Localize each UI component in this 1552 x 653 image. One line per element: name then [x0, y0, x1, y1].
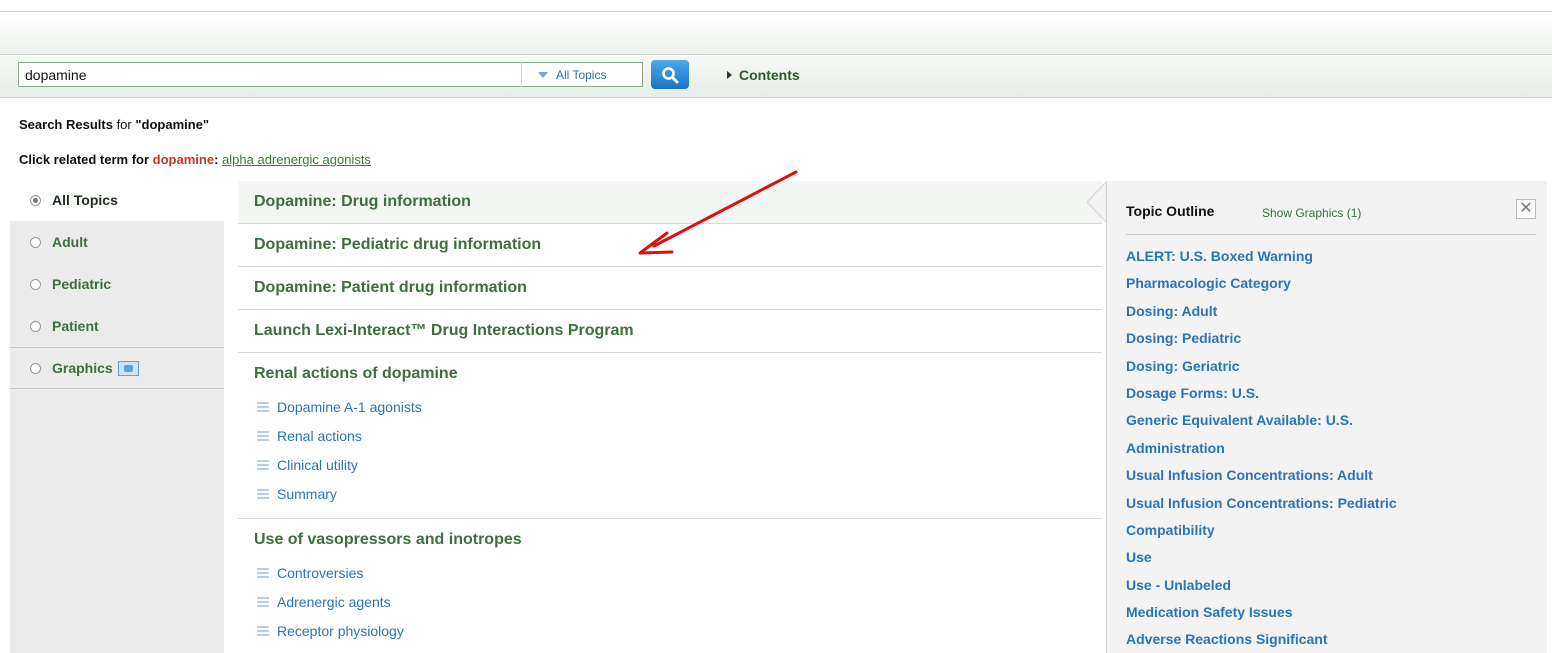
results-label: Search Results: [19, 117, 113, 132]
result-group: Use of vasopressors and inotropes Contro…: [238, 519, 1102, 653]
close-icon[interactable]: ✕: [1516, 199, 1536, 219]
graphics-icon: [117, 360, 139, 376]
filter-graphics[interactable]: Graphics: [10, 347, 224, 389]
radio-icon[interactable]: [30, 236, 41, 248]
related-term-link[interactable]: alpha adrenergic agonists: [222, 152, 371, 167]
list-icon: [257, 567, 269, 578]
chevron-down-icon: [538, 71, 548, 78]
contents-label: Contents: [739, 67, 800, 83]
search-bar: All Topics Contents: [0, 56, 1552, 98]
radio-selected-icon[interactable]: [30, 194, 41, 206]
outline-title: Topic Outline: [1126, 203, 1215, 219]
result-section-link[interactable]: Dopamine A-1 agonists: [238, 392, 1102, 421]
related-term: dopamine: [152, 152, 215, 167]
topic-filter-sidebar: All Topics Adult Pediatric Patient Graph…: [10, 179, 224, 653]
top-strip: [0, 0, 1552, 12]
related-prefix: Click related term for: [19, 152, 150, 167]
filter-label: Adult: [52, 234, 88, 250]
results-for-word: for: [116, 117, 132, 132]
outline-item[interactable]: ALERT: U.S. Boxed Warning: [1126, 243, 1541, 270]
section-label: Adrenergic agents: [277, 593, 391, 610]
result-item[interactable]: Dopamine: Drug information: [238, 181, 1102, 224]
outline-item[interactable]: Pharmacologic Category: [1126, 270, 1541, 297]
filter-pediatric[interactable]: Pediatric: [10, 263, 224, 305]
result-section-link[interactable]: Controversies: [238, 558, 1102, 587]
outline-item[interactable]: Administration: [1126, 435, 1541, 462]
list-icon: [257, 596, 269, 607]
filter-all-topics[interactable]: All Topics: [10, 179, 224, 221]
outline-item[interactable]: Adverse Reactions Significant: [1126, 626, 1541, 653]
outline-item[interactable]: Dosing: Adult: [1126, 298, 1541, 325]
outline-header: Topic Outline Show Graphics (1) ✕: [1126, 199, 1536, 235]
section-label: Controversies: [277, 564, 364, 581]
filter-label: Graphics: [52, 360, 113, 376]
result-section-link[interactable]: Summary: [238, 479, 1102, 508]
result-group-title[interactable]: Use of vasopressors and inotropes: [238, 531, 1102, 549]
topic-scope-dropdown[interactable]: All Topics: [521, 62, 643, 87]
result-group: Renal actions of dopamine Dopamine A-1 a…: [238, 353, 1102, 519]
outline-item[interactable]: Use - Unlabeled: [1126, 572, 1541, 599]
section-label: Summary: [277, 485, 337, 502]
contents-link[interactable]: Contents: [727, 67, 800, 83]
section-label: Renal actions: [277, 427, 362, 444]
result-section-link[interactable]: Renal actions: [238, 421, 1102, 450]
result-item[interactable]: Dopamine: Patient drug information: [238, 267, 1102, 310]
topic-outline-panel: Topic Outline Show Graphics (1) ✕ ALERT:…: [1106, 181, 1547, 653]
result-section-link[interactable]: Clinical utility: [238, 450, 1102, 479]
filter-patient[interactable]: Patient: [10, 305, 224, 347]
radio-icon[interactable]: [30, 278, 41, 290]
result-group-title[interactable]: Renal actions of dopamine: [238, 365, 1102, 383]
list-icon: [257, 625, 269, 636]
triangle-right-icon: [727, 71, 732, 79]
header-band: [0, 12, 1552, 55]
filter-label: Patient: [52, 318, 99, 334]
result-section-link[interactable]: Adrenergic agents: [238, 587, 1102, 616]
outline-pointer: [1087, 181, 1107, 223]
list-icon: [257, 488, 269, 499]
result-title: Launch Lexi-Interact™ Drug Interactions …: [254, 322, 634, 339]
section-label: Dopamine A-1 agonists: [277, 398, 422, 415]
outline-list: ALERT: U.S. Boxed Warning Pharmacologic …: [1126, 243, 1541, 653]
radio-icon[interactable]: [30, 320, 41, 332]
outline-item[interactable]: Dosing: Pediatric: [1126, 325, 1541, 352]
outline-item[interactable]: Use: [1126, 544, 1541, 571]
outline-item[interactable]: Generic Equivalent Available: U.S.: [1126, 407, 1541, 434]
related-terms: Click related term for dopamine: alpha a…: [19, 152, 371, 167]
outline-item[interactable]: Compatibility: [1126, 517, 1541, 544]
section-label: Receptor physiology: [277, 622, 404, 639]
search-icon: [662, 66, 679, 83]
list-icon: [257, 459, 269, 470]
outline-item[interactable]: Medication Safety Issues: [1126, 599, 1541, 626]
search-results-list: Dopamine: Drug information Dopamine: Ped…: [238, 181, 1102, 653]
list-icon: [257, 401, 269, 412]
topic-scope-label: All Topics: [556, 67, 607, 82]
filter-adult[interactable]: Adult: [10, 221, 224, 263]
section-label: Clinical utility: [277, 456, 358, 473]
result-item[interactable]: Dopamine: Pediatric drug information: [238, 224, 1102, 267]
result-item[interactable]: Launch Lexi-Interact™ Drug Interactions …: [238, 310, 1102, 353]
results-query: "dopamine": [135, 117, 210, 132]
outline-item[interactable]: Usual Infusion Concentrations: Pediatric: [1126, 490, 1541, 517]
related-colon: :: [214, 152, 219, 167]
outline-item[interactable]: Usual Infusion Concentrations: Adult: [1126, 462, 1541, 489]
outline-item[interactable]: Dosage Forms: U.S.: [1126, 380, 1541, 407]
result-title: Dopamine: Drug information: [254, 193, 471, 210]
radio-icon[interactable]: [30, 362, 41, 374]
search-results-heading: Search Results for "dopamine": [19, 117, 209, 132]
result-title: Dopamine: Pediatric drug information: [254, 236, 542, 253]
show-graphics-link[interactable]: Show Graphics (1): [1262, 206, 1361, 220]
search-button[interactable]: [651, 60, 689, 89]
result-title: Dopamine: Patient drug information: [254, 279, 527, 296]
outline-item[interactable]: Dosing: Geriatric: [1126, 353, 1541, 380]
filter-label: All Topics: [52, 192, 118, 208]
filter-label: Pediatric: [52, 276, 112, 292]
list-icon: [257, 430, 269, 441]
result-section-link[interactable]: Receptor physiology: [238, 616, 1102, 645]
